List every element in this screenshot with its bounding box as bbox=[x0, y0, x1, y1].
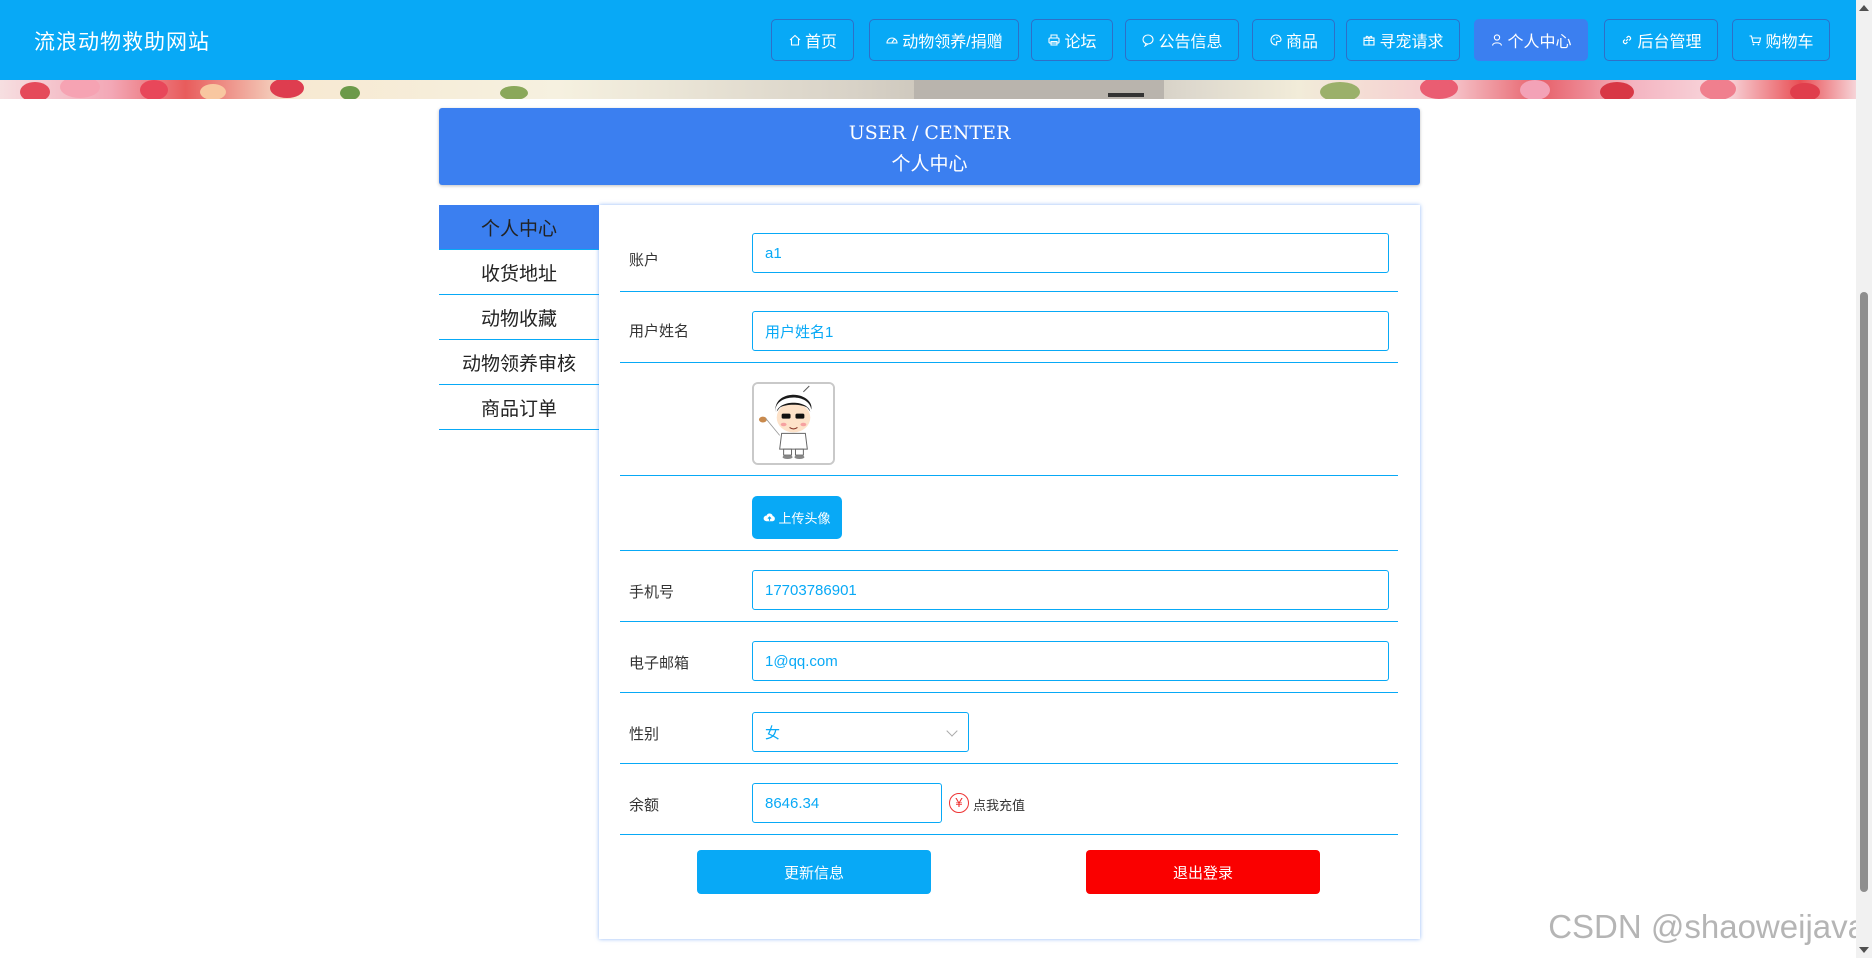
update-info-button[interactable]: 更新信息 bbox=[697, 850, 931, 894]
cloud-upload-icon bbox=[763, 511, 776, 524]
profile-form: 账户 a1 用户姓名 用户姓名1 上传头像 手机号 17703786901 电子… bbox=[599, 205, 1420, 939]
nav-pet-request[interactable]: 寻宠请求 bbox=[1346, 19, 1460, 61]
menu-item-address[interactable]: 收货地址 bbox=[439, 250, 599, 295]
avatar-row bbox=[620, 363, 1398, 476]
menu-item-adoption-review[interactable]: 动物领养审核 bbox=[439, 340, 599, 385]
upload-avatar-label: 上传头像 bbox=[778, 511, 831, 526]
balance-label: 余额 bbox=[629, 796, 660, 814]
nav-notice[interactable]: 公告信息 bbox=[1125, 19, 1239, 61]
top-navbar: 流浪动物救助网站 首页 动物领养/捐赠 论坛 公告信息 商品 寻宠请求 个人中心… bbox=[0, 0, 1856, 80]
page-scrollbar[interactable] bbox=[1856, 0, 1872, 958]
watermark: CSDN @shaoweijava bbox=[1548, 908, 1866, 945]
site-title[interactable]: 流浪动物救助网站 bbox=[34, 26, 210, 56]
user-center-menu: 个人中心 收货地址 动物收藏 动物领养审核 商品订单 bbox=[439, 205, 599, 430]
nav-pet-request-label: 寻宠请求 bbox=[1379, 34, 1444, 51]
nav-home[interactable]: 首页 bbox=[771, 19, 854, 61]
recharge-link[interactable]: ¥ 点我充值 bbox=[949, 791, 1025, 814]
username-label: 用户姓名 bbox=[629, 322, 690, 340]
nav-adoption-label: 动物领养/捐赠 bbox=[902, 34, 1003, 51]
yuan-icon: ¥ bbox=[949, 792, 969, 813]
link-icon bbox=[1620, 33, 1634, 47]
upload-avatar-button[interactable]: 上传头像 bbox=[752, 496, 842, 539]
user-center-header: USER / CENTER 个人中心 bbox=[439, 108, 1420, 185]
menu-item-profile[interactable]: 个人中心 bbox=[439, 205, 599, 250]
menu-item-favorites[interactable]: 动物收藏 bbox=[439, 295, 599, 340]
gender-label: 性别 bbox=[629, 725, 660, 743]
menu-item-orders[interactable]: 商品订单 bbox=[439, 385, 599, 430]
nav-cart-label: 购物车 bbox=[1765, 34, 1814, 51]
banner-image bbox=[0, 80, 1856, 99]
gender-row: 性别 女 bbox=[620, 693, 1398, 764]
phone-label: 手机号 bbox=[629, 583, 675, 601]
email-label: 电子邮箱 bbox=[629, 654, 690, 672]
balance-row: 余额 8646.34 ¥ 点我充值 bbox=[620, 764, 1398, 835]
nav-adoption[interactable]: 动物领养/捐赠 bbox=[869, 19, 1019, 61]
account-row: 账户 a1 bbox=[620, 224, 1398, 292]
upload-row: 上传头像 bbox=[620, 476, 1398, 551]
email-input[interactable]: 1@qq.com bbox=[752, 641, 1389, 681]
phone-input[interactable]: 17703786901 bbox=[752, 570, 1389, 610]
account-input[interactable]: a1 bbox=[752, 233, 1389, 273]
nav-goods[interactable]: 商品 bbox=[1252, 19, 1335, 61]
palette-icon bbox=[1269, 33, 1283, 47]
user-icon bbox=[1490, 33, 1504, 47]
username-row: 用户姓名 用户姓名1 bbox=[620, 292, 1398, 363]
chat-bubble-icon bbox=[1141, 33, 1155, 47]
gender-select[interactable]: 女 bbox=[752, 712, 969, 752]
nav-user-center[interactable]: 个人中心 bbox=[1474, 19, 1588, 61]
scrollbar-thumb[interactable] bbox=[1860, 292, 1868, 892]
logout-button[interactable]: 退出登录 bbox=[1086, 850, 1320, 894]
user-center-title-en: USER / CENTER bbox=[848, 122, 1011, 144]
scroll-down-arrow-icon[interactable] bbox=[1859, 947, 1869, 953]
nav-user-center-label: 个人中心 bbox=[1507, 34, 1572, 51]
nav-notice-label: 公告信息 bbox=[1158, 34, 1223, 51]
email-row: 电子邮箱 1@qq.com bbox=[620, 622, 1398, 693]
user-center-title-cn: 个人中心 bbox=[891, 153, 968, 175]
home-icon bbox=[788, 33, 802, 47]
account-label: 账户 bbox=[629, 251, 660, 269]
chevron-down-icon bbox=[946, 725, 958, 737]
nav-admin-label: 后台管理 bbox=[1637, 34, 1702, 51]
phone-row: 手机号 17703786901 bbox=[620, 551, 1398, 622]
gauge-icon bbox=[885, 33, 899, 47]
gender-select-value: 女 bbox=[765, 724, 781, 742]
nav-admin[interactable]: 后台管理 bbox=[1604, 19, 1718, 61]
gift-icon bbox=[1362, 33, 1376, 47]
recharge-label: 点我充值 bbox=[973, 798, 1026, 813]
username-input[interactable]: 用户姓名1 bbox=[752, 311, 1389, 351]
nav-home-label: 首页 bbox=[804, 34, 837, 51]
nav-forum-label: 论坛 bbox=[1064, 34, 1097, 51]
balance-input[interactable]: 8646.34 bbox=[752, 783, 942, 823]
printer-icon bbox=[1047, 33, 1061, 47]
nav-goods-label: 商品 bbox=[1285, 34, 1318, 51]
cart-icon bbox=[1748, 33, 1762, 47]
cartoon-boy-avatar-icon bbox=[752, 382, 835, 465]
scroll-up-arrow-icon[interactable] bbox=[1859, 5, 1869, 11]
nav-cart[interactable]: 购物车 bbox=[1732, 19, 1830, 61]
nav-forum[interactable]: 论坛 bbox=[1031, 19, 1113, 61]
